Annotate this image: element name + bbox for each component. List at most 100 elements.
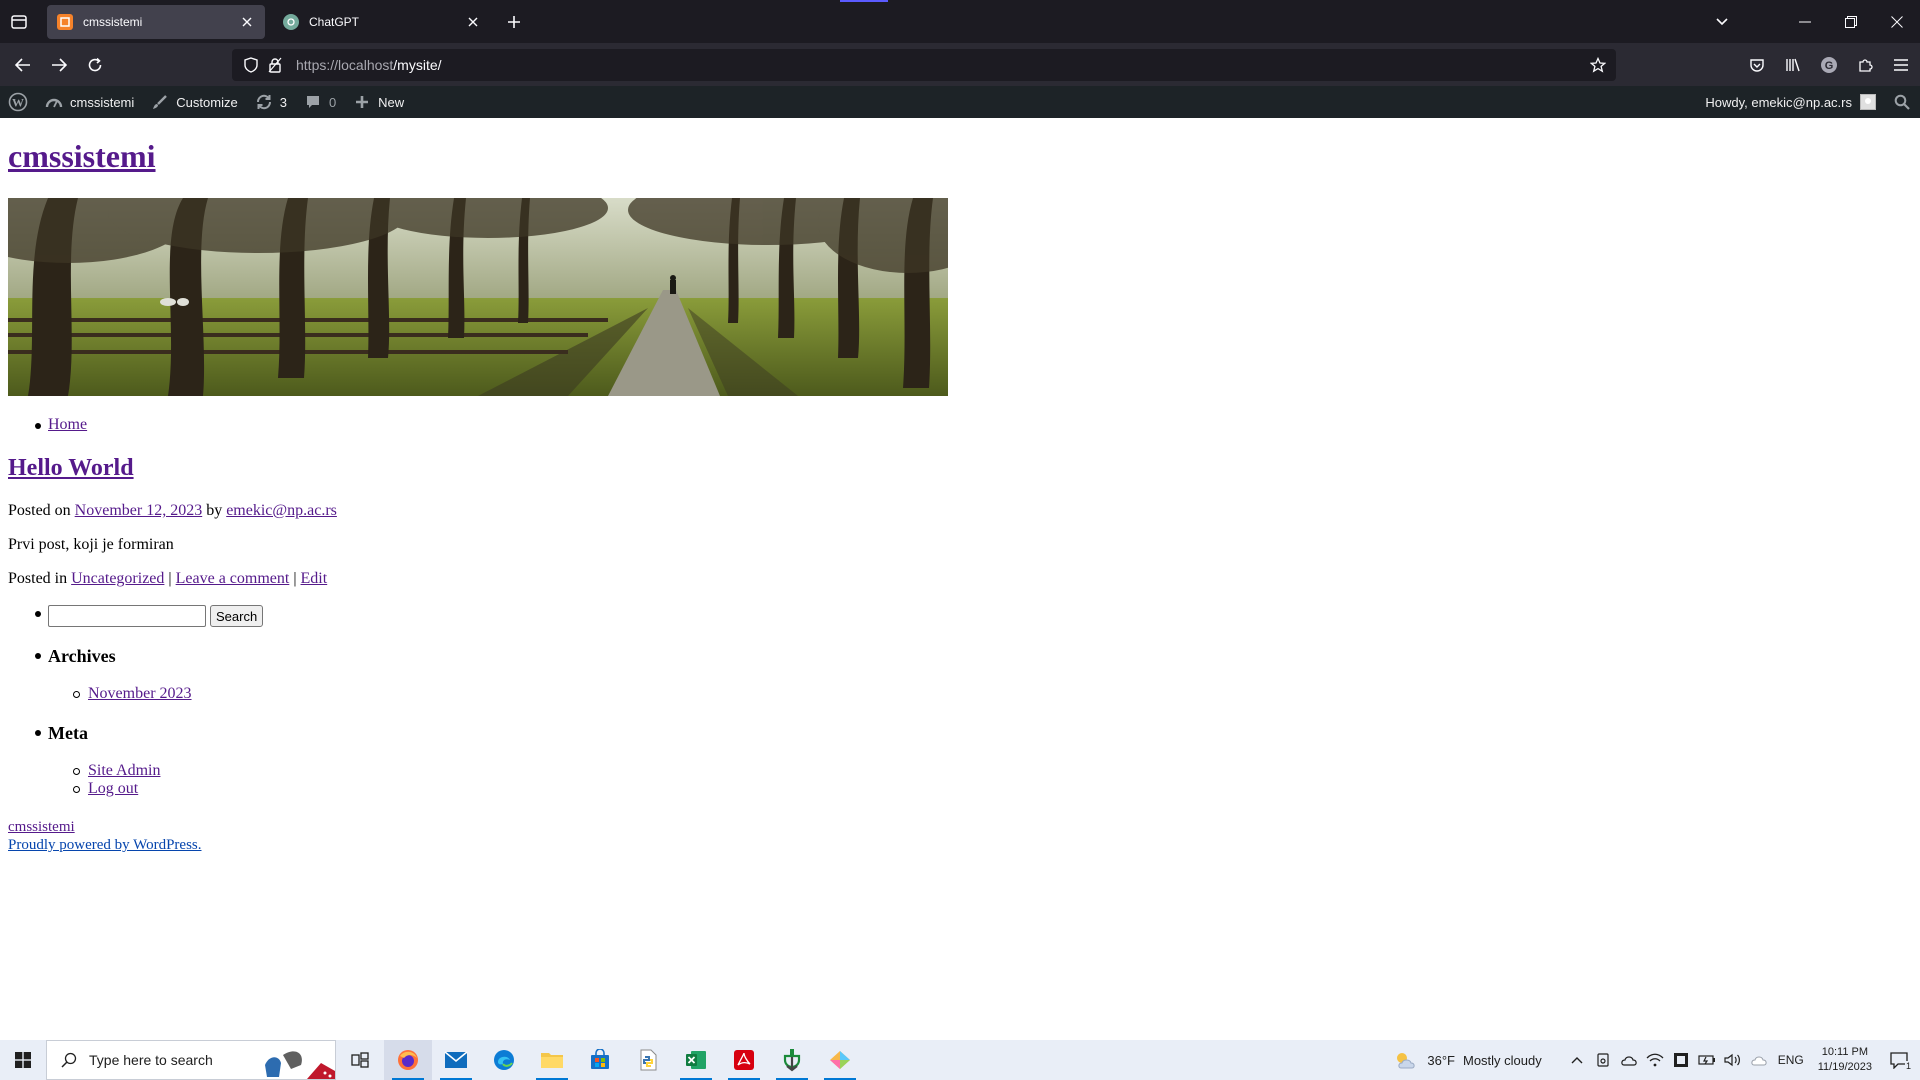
window-close-icon[interactable] — [1874, 0, 1920, 43]
plus-icon — [352, 92, 372, 112]
site-footer: cmssistemi Proudly powered by WordPress. — [8, 818, 202, 854]
forward-arrow-icon[interactable] — [46, 52, 72, 78]
main-menu: Home — [8, 416, 87, 434]
wifi-icon[interactable] — [1644, 1049, 1666, 1071]
wp-logo-menu[interactable]: W — [0, 86, 36, 118]
taskbar-search-box[interactable]: Type here to search — [46, 1040, 336, 1080]
firefox-taskbar-icon[interactable] — [384, 1040, 432, 1080]
adminbar-customize[interactable]: Customize — [142, 86, 245, 118]
footer-site-link[interactable]: cmssistemi — [8, 819, 75, 835]
extensions-puzzle-icon[interactable] — [1852, 52, 1878, 78]
green-app-taskbar-icon[interactable] — [768, 1040, 816, 1080]
menu-link-home[interactable]: Home — [48, 416, 87, 433]
lock-icon[interactable] — [266, 56, 284, 74]
archives-heading: Archives — [48, 646, 116, 666]
edit-post-link[interactable]: Edit — [301, 570, 328, 587]
tab-cmssistemi[interactable]: cmssistemi — [47, 5, 265, 39]
wordpress-local-favicon-icon — [57, 14, 73, 30]
browser-navigation-bar: https://localhost/mysite/ G — [0, 43, 1920, 86]
svg-text:G: G — [1825, 60, 1834, 72]
weather-temperature[interactable]: 36°F — [1427, 1053, 1455, 1068]
dashboard-gauge-icon — [44, 92, 64, 112]
firefox-view-icon[interactable] — [8, 11, 30, 33]
site-admin-link[interactable]: Site Admin — [88, 762, 160, 779]
back-arrow-icon[interactable] — [10, 52, 36, 78]
reload-icon[interactable] — [82, 52, 108, 78]
list-all-tabs-chevron-icon[interactable] — [1710, 11, 1734, 33]
powered-by-wordpress-link[interactable]: Proudly powered by WordPress. — [8, 837, 202, 853]
search-placeholder: Type here to search — [89, 1052, 213, 1068]
bookmark-star-icon[interactable] — [1588, 55, 1608, 75]
adminbar-search[interactable] — [1884, 86, 1920, 118]
new-tab-plus-icon[interactable] — [504, 12, 524, 32]
post-author-link[interactable]: emekic@np.ac.rs — [226, 502, 337, 519]
meta-widget: Meta Site Admin Log out — [8, 723, 408, 798]
header-image — [8, 198, 948, 396]
tab-close-icon[interactable] — [465, 14, 481, 30]
hamburger-menu-icon[interactable] — [1888, 52, 1914, 78]
input-language[interactable]: ENG — [1778, 1053, 1804, 1067]
file-explorer-taskbar-icon[interactable] — [528, 1040, 576, 1080]
microsoft-store-taskbar-icon[interactable] — [576, 1040, 624, 1080]
taskbar-clock[interactable]: 10:11 PM 11/19/2023 — [1818, 1045, 1872, 1075]
minimize-icon[interactable] — [1782, 0, 1828, 43]
tab-close-icon[interactable] — [239, 14, 255, 30]
task-view-icon[interactable] — [336, 1040, 384, 1080]
edge-taskbar-icon[interactable] — [480, 1040, 528, 1080]
notification-badge: 1 — [1904, 1061, 1912, 1071]
weather-description[interactable]: Mostly cloudy — [1463, 1053, 1542, 1068]
app-tray-icon[interactable] — [1670, 1049, 1692, 1071]
adminbar-my-account[interactable]: Howdy, emekic@np.ac.rs — [1697, 86, 1884, 118]
updates-count: 3 — [279, 94, 287, 110]
archive-link-november-2023[interactable]: November 2023 — [88, 685, 192, 702]
site-title-link[interactable]: cmssistemi — [8, 138, 156, 175]
separator: | — [293, 570, 297, 587]
adminbar-new-content[interactable]: New — [344, 86, 412, 118]
colorful-diamond-app-taskbar-icon[interactable] — [816, 1040, 864, 1080]
tracking-shield-icon[interactable] — [242, 56, 260, 74]
library-icon[interactable] — [1780, 52, 1806, 78]
url-text[interactable]: https://localhost/mysite/ — [296, 57, 1588, 73]
tab-chatgpt[interactable]: ChatGPT — [273, 5, 491, 39]
search-icon — [59, 1050, 79, 1070]
cloud-tray-icon[interactable] — [1748, 1049, 1770, 1071]
acrobat-taskbar-icon[interactable] — [720, 1040, 768, 1080]
search-input[interactable] — [48, 605, 206, 627]
windows-taskbar: Type here to search 36°F Mostly cloudy E… — [0, 1040, 1920, 1080]
volume-icon[interactable] — [1722, 1049, 1744, 1071]
mail-taskbar-icon[interactable] — [432, 1040, 480, 1080]
excel-taskbar-icon[interactable] — [672, 1040, 720, 1080]
comment-bubble-icon — [303, 92, 323, 112]
wordpress-logo-icon: W — [8, 92, 28, 112]
grammarly-extension-icon[interactable]: G — [1816, 52, 1842, 78]
restore-icon[interactable] — [1828, 0, 1874, 43]
system-tray: 36°F Mostly cloudy ENG 10:11 PM 11/19/20… — [1389, 1040, 1920, 1080]
pocket-icon[interactable] — [1744, 52, 1770, 78]
search-button[interactable]: Search — [210, 605, 264, 627]
battery-charging-icon[interactable] — [1696, 1049, 1718, 1071]
meta-item: Log out — [8, 780, 408, 798]
clock-time: 10:11 PM — [1821, 1046, 1869, 1058]
adminbar-site-name[interactable]: cmssistemi — [36, 86, 142, 118]
notification-center-icon[interactable]: 1 — [1888, 1049, 1912, 1071]
show-hidden-icons-chevron-icon[interactable] — [1566, 1049, 1588, 1071]
avatar — [1860, 94, 1876, 110]
python-file-taskbar-icon[interactable] — [624, 1040, 672, 1080]
search-widget: Search — [8, 604, 408, 632]
weather-partly-cloudy-icon[interactable] — [1391, 1049, 1421, 1071]
adminbar-comments[interactable]: 0 — [295, 86, 344, 118]
post-date-link[interactable]: November 12, 2023 — [75, 502, 203, 519]
adminbar-updates[interactable]: 3 — [246, 86, 295, 118]
category-link[interactable]: Uncategorized — [71, 570, 164, 587]
windows-start-icon[interactable] — [0, 1040, 46, 1080]
log-out-link[interactable]: Log out — [88, 780, 138, 797]
address-bar[interactable]: https://localhost/mysite/ — [232, 49, 1616, 81]
separator: | — [168, 570, 172, 587]
svg-text:W: W — [12, 96, 24, 110]
post-title-link[interactable]: Hello World — [8, 455, 134, 482]
leave-comment-link[interactable]: Leave a comment — [176, 570, 290, 587]
sidebar-widgets: Search Archives November 2023 Meta Site … — [8, 604, 408, 798]
device-tray-icon[interactable] — [1592, 1049, 1614, 1071]
tab-title: ChatGPT — [309, 15, 360, 29]
onedrive-sync-icon[interactable] — [1618, 1049, 1640, 1071]
